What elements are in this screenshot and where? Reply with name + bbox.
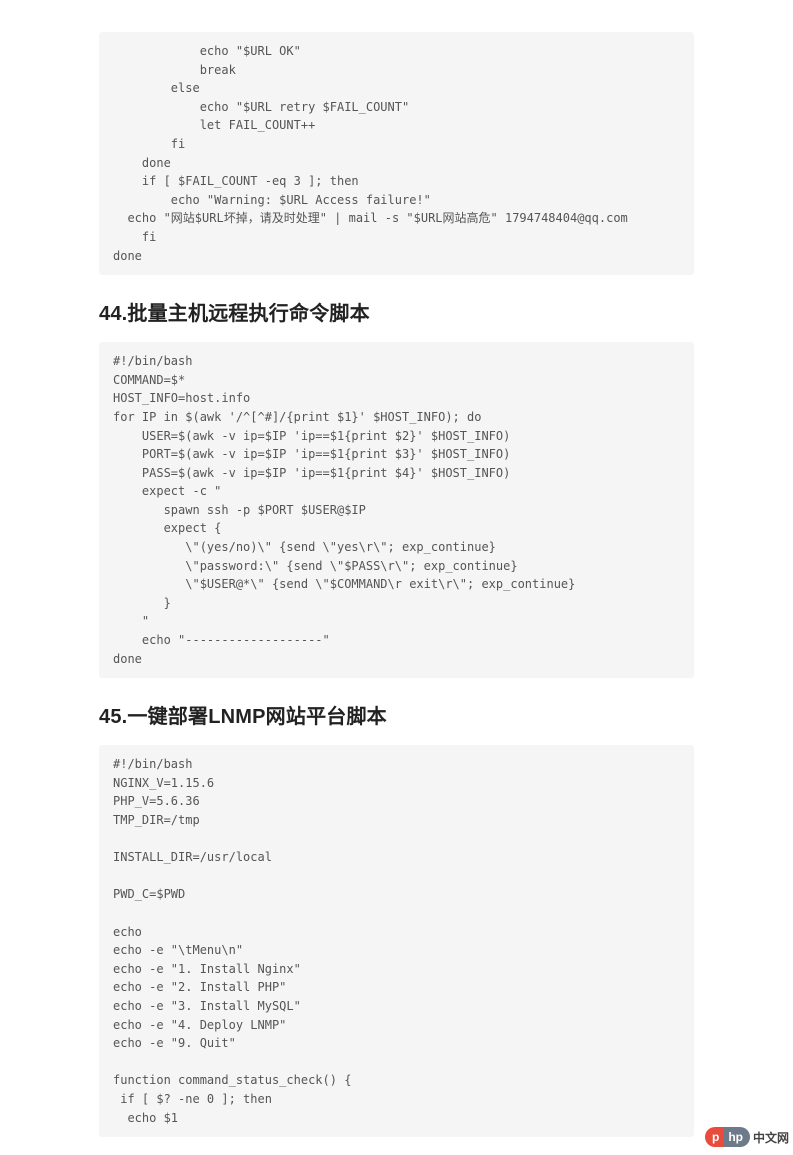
- php-logo-icon: p hp: [705, 1127, 750, 1147]
- code-block-45: #!/bin/bash NGINX_V=1.15.6 PHP_V=5.6.36 …: [99, 745, 694, 1137]
- content-column: echo "$URL OK" break else echo "$URL ret…: [0, 32, 793, 1137]
- code-block-44: #!/bin/bash COMMAND=$* HOST_INFO=host.in…: [99, 342, 694, 678]
- heading-44: 44.批量主机远程执行命令脚本: [99, 297, 694, 326]
- logo-letters-hp: hp: [724, 1127, 750, 1147]
- logo-letter-p: p: [705, 1127, 724, 1147]
- site-logo-area: p hp 中文网: [705, 1127, 789, 1147]
- heading-45: 45.一键部署LNMP网站平台脚本: [99, 700, 694, 729]
- logo-text: 中文网: [753, 1129, 789, 1146]
- code-block-43-continued: echo "$URL OK" break else echo "$URL ret…: [99, 32, 694, 275]
- page: echo "$URL OK" break else echo "$URL ret…: [0, 32, 793, 1155]
